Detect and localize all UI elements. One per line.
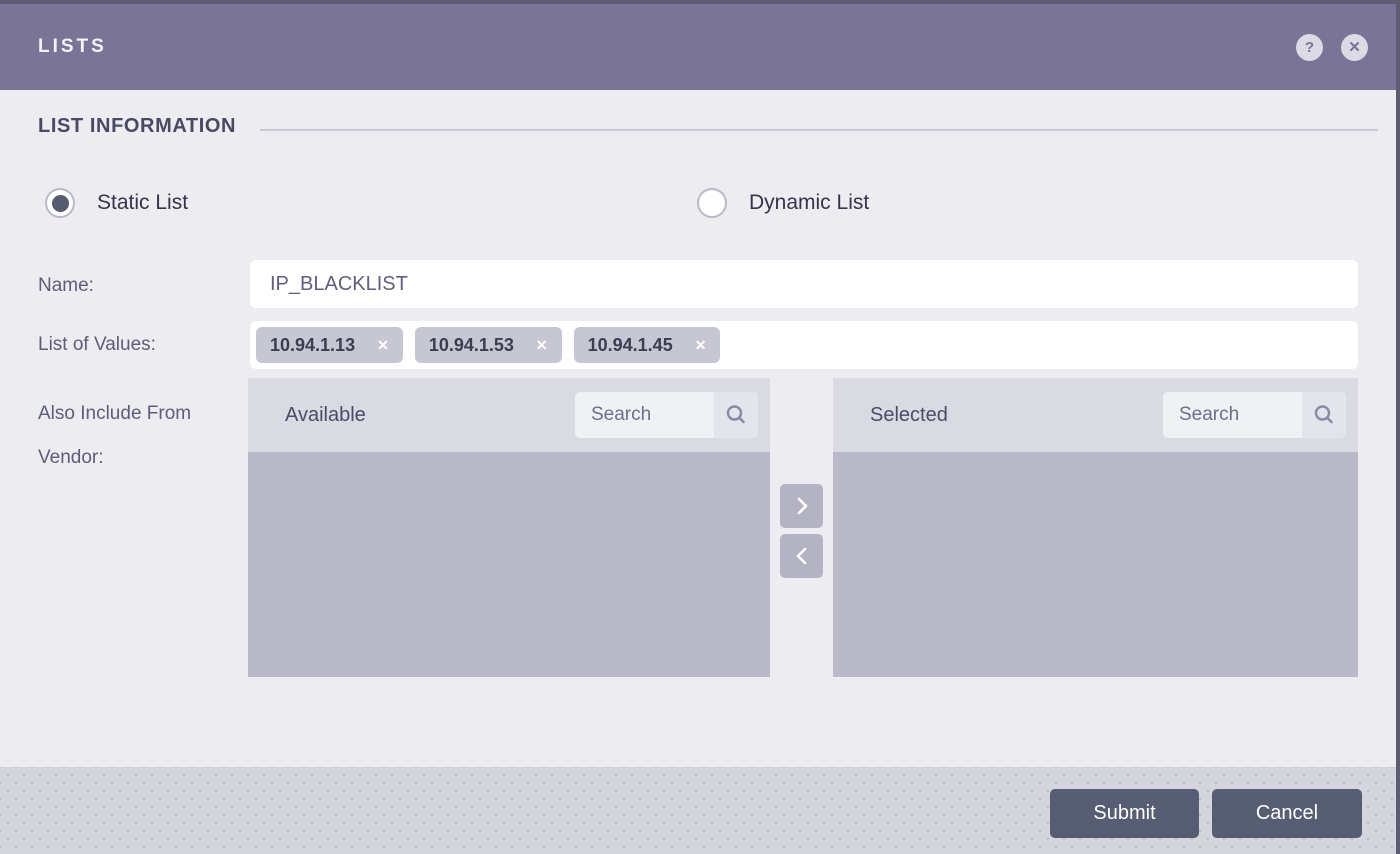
radio-static-list-label: Static List (97, 191, 189, 214)
cancel-button[interactable]: Cancel (1212, 789, 1362, 838)
titlebar-icons: ? ✕ (1296, 4, 1368, 90)
selected-panel: Selected (833, 378, 1358, 677)
value-chip-label: 10.94.1.53 (428, 334, 514, 355)
chip-remove-icon[interactable]: ✕ (695, 337, 707, 354)
dialog-titlebar: LISTS ? ✕ (0, 4, 1396, 90)
help-icon[interactable]: ? (1296, 33, 1323, 61)
radio-button-unselected-icon[interactable] (697, 188, 727, 218)
submit-button[interactable]: Submit (1050, 789, 1199, 838)
available-search-input[interactable] (575, 392, 714, 438)
section-title: LIST INFORMATION (38, 115, 237, 137)
also-include-from-vendor-label: Also Include From Vendor: (38, 392, 191, 480)
name-input[interactable] (250, 260, 1358, 308)
vendor-label-line2: Vendor: (38, 447, 104, 468)
value-chip: 10.94.1.45 ✕ (573, 327, 721, 363)
move-right-button[interactable] (780, 484, 823, 528)
section-divider (260, 129, 1378, 131)
chevron-right-icon (797, 497, 807, 515)
list-of-values-field[interactable]: 10.94.1.13 ✕ 10.94.1.53 ✕ 10.94.1.45 ✕ (250, 321, 1358, 369)
close-icon[interactable]: ✕ (1341, 33, 1368, 61)
dialog-footer: Submit Cancel (0, 767, 1396, 854)
radio-button-selected-icon[interactable] (45, 188, 75, 218)
selected-search-box[interactable] (1163, 392, 1346, 438)
radio-dynamic-list-label: Dynamic List (749, 191, 870, 214)
chip-remove-icon[interactable]: ✕ (377, 337, 389, 354)
search-icon[interactable] (1302, 392, 1346, 438)
value-chip: 10.94.1.53 ✕ (414, 327, 562, 363)
available-search-box[interactable] (575, 392, 758, 438)
vendor-label-line1: Also Include From (38, 403, 192, 424)
lists-dialog: LISTS ? ✕ LIST INFORMATION Static List D… (0, 0, 1400, 854)
value-chip-label: 10.94.1.13 (270, 334, 356, 355)
selected-search-input[interactable] (1163, 392, 1302, 438)
move-left-button[interactable] (780, 534, 823, 578)
selected-panel-title: Selected (870, 403, 948, 426)
available-panel-header: Available (248, 378, 770, 452)
selected-panel-header: Selected (833, 378, 1358, 452)
value-chip: 10.94.1.13 ✕ (256, 327, 403, 363)
dialog-title: LISTS (38, 36, 107, 57)
radio-static-list[interactable]: Static List (45, 188, 188, 218)
list-of-values-label: List of Values: (38, 334, 156, 355)
search-icon[interactable] (714, 392, 758, 438)
available-list-body[interactable] (248, 452, 770, 677)
name-label: Name: (38, 275, 94, 296)
radio-dynamic-list[interactable]: Dynamic List (697, 188, 869, 218)
available-panel: Available (248, 378, 770, 677)
selected-list-body[interactable] (833, 452, 1358, 677)
value-chip-label: 10.94.1.45 (587, 334, 673, 355)
chevron-left-icon (796, 547, 806, 565)
available-panel-title: Available (285, 403, 366, 426)
chip-remove-icon[interactable]: ✕ (536, 337, 548, 354)
